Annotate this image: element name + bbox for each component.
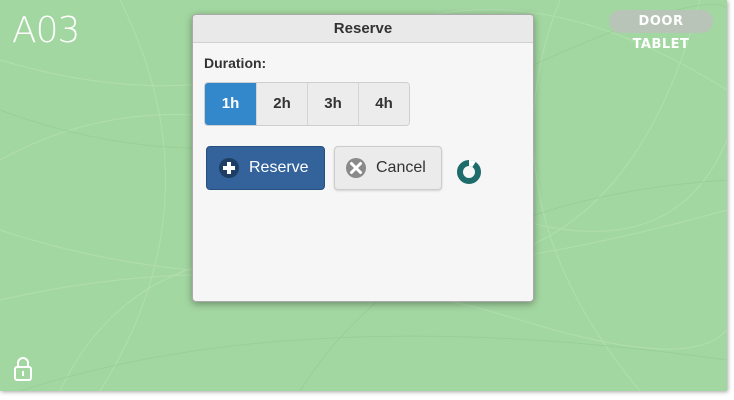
cancel-button-label: Cancel	[376, 159, 426, 176]
x-circle-icon	[346, 158, 366, 178]
room-name: A03	[12, 10, 80, 51]
duration-option-4h[interactable]: 4h	[358, 83, 409, 125]
spinner-icon	[457, 159, 481, 184]
duration-selector: 1h 2h 3h 4h	[204, 82, 410, 126]
reserve-dialog: Reserve Duration: 1h 2h 3h 4h Reserve Ca…	[192, 14, 534, 302]
reserve-button-label: Reserve	[249, 159, 309, 176]
lock-icon[interactable]	[12, 356, 34, 382]
duration-label: Duration:	[204, 55, 267, 71]
door-tablet-badge: DOOR TABLET	[609, 10, 713, 52]
dialog-title: Reserve	[193, 15, 533, 43]
cancel-button[interactable]: Cancel	[334, 146, 442, 190]
duration-option-1h[interactable]: 1h	[205, 83, 256, 125]
duration-option-2h[interactable]: 2h	[256, 83, 307, 125]
plus-circle-icon	[219, 158, 239, 178]
duration-option-3h[interactable]: 3h	[307, 83, 358, 125]
reserve-button[interactable]: Reserve	[206, 146, 325, 190]
